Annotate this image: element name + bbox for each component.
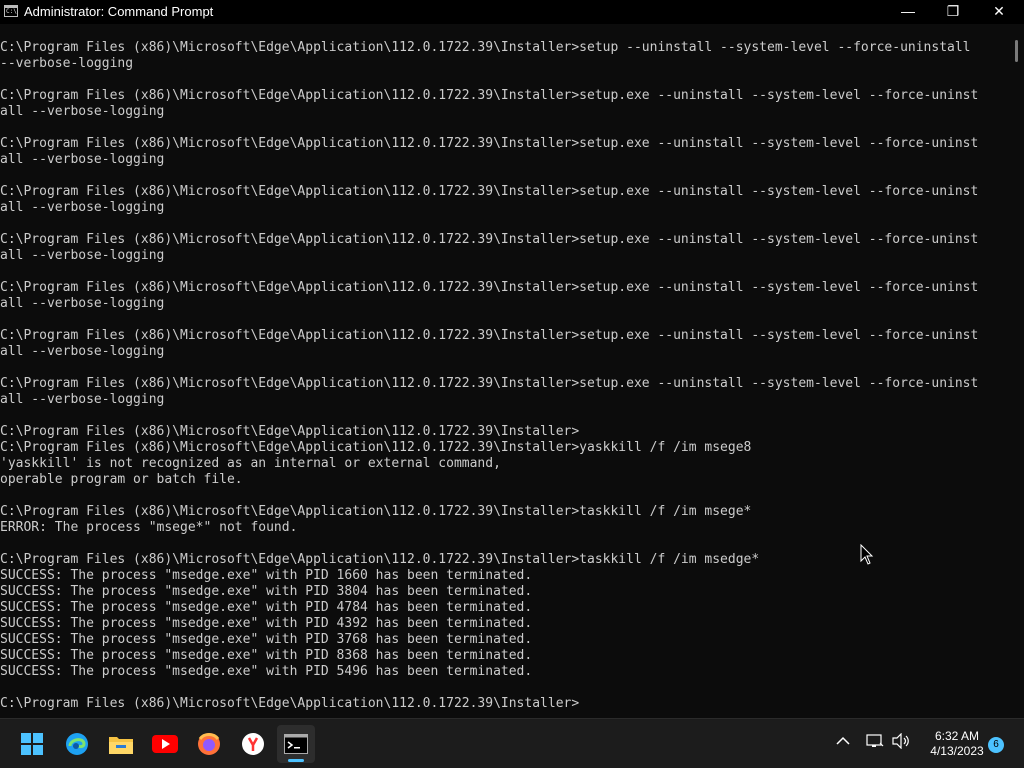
scrollbar-thumb[interactable] <box>1015 40 1018 62</box>
system-clock[interactable]: 6:32 AM 4/13/2023 <box>918 729 996 759</box>
show-hidden-icons-button[interactable] <box>836 733 850 749</box>
terminal-line: SUCCESS: The process "msedge.exe" with P… <box>0 664 533 679</box>
taskbar-firefox[interactable] <box>190 725 228 763</box>
taskbar-yandex-browser[interactable] <box>234 725 272 763</box>
minimize-button[interactable]: — <box>885 0 931 24</box>
terminal-line: C:\Program Files (x86)\Microsoft\Edge\Ap… <box>0 376 979 391</box>
terminal-line: SUCCESS: The process "msedge.exe" with P… <box>0 568 533 583</box>
terminal-output[interactable]: C:\Program Files (x86)\Microsoft\Edge\Ap… <box>0 40 1012 714</box>
volume-icon <box>892 732 909 750</box>
terminal-line: SUCCESS: The process "msedge.exe" with P… <box>0 584 533 599</box>
restore-button[interactable]: ❐ <box>930 0 976 24</box>
terminal-line: C:\Program Files (x86)\Microsoft\Edge\Ap… <box>0 696 580 711</box>
volume-control[interactable] <box>892 732 910 752</box>
terminal-line: C:\Program Files (x86)\Microsoft\Edge\Ap… <box>0 184 979 199</box>
mouse-cursor-icon <box>860 544 874 565</box>
terminal-line: C:\Program Files (x86)\Microsoft\Edge\Ap… <box>0 232 979 247</box>
terminal-line: all --verbose-logging <box>0 248 165 263</box>
terminal-line: SUCCESS: The process "msedge.exe" with P… <box>0 600 533 615</box>
taskbar-edge[interactable] <box>58 725 96 763</box>
terminal-line: C:\Program Files (x86)\Microsoft\Edge\Ap… <box>0 328 979 343</box>
terminal-line: ERROR: The process "msege*" not found. <box>0 520 298 535</box>
terminal-line: C:\Program Files (x86)\Microsoft\Edge\Ap… <box>0 504 752 519</box>
terminal-line: all --verbose-logging <box>0 104 165 119</box>
edge-icon <box>66 733 88 755</box>
terminal-line: all --verbose-logging <box>0 296 165 311</box>
terminal-line: --verbose-logging <box>0 56 134 71</box>
clock-date: 4/13/2023 <box>930 744 984 758</box>
vertical-scrollbar[interactable] <box>1012 24 1024 714</box>
start-button[interactable] <box>13 725 51 763</box>
terminal-line: all --verbose-logging <box>0 392 165 407</box>
terminal-line: C:\Program Files (x86)\Microsoft\Edge\Ap… <box>0 440 752 455</box>
command-prompt-icon <box>284 734 308 754</box>
taskbar-youtube[interactable] <box>146 725 184 763</box>
terminal-line: all --verbose-logging <box>0 152 165 167</box>
close-button[interactable]: ✕ <box>976 0 1022 24</box>
file-explorer-icon <box>109 737 133 754</box>
command-prompt-icon: C:\ <box>4 5 18 17</box>
terminal-line: C:\Program Files (x86)\Microsoft\Edge\Ap… <box>0 40 971 55</box>
network-status[interactable] <box>866 733 884 752</box>
terminal-line: SUCCESS: The process "msedge.exe" with P… <box>0 632 533 647</box>
taskbar: 6:32 AM 4/13/2023 6 <box>0 718 1024 768</box>
terminal-line: operable program or batch file. <box>0 472 243 487</box>
title-bar[interactable]: C:\ Administrator: Command Prompt — ❐ ✕ <box>0 0 1024 24</box>
notification-badge[interactable]: 6 <box>988 737 1004 753</box>
clock-time: 6:32 AM <box>934 729 980 743</box>
terminal-line: C:\Program Files (x86)\Microsoft\Edge\Ap… <box>0 136 979 151</box>
window-title: Administrator: Command Prompt <box>24 4 214 19</box>
youtube-icon <box>152 735 178 753</box>
network-icon <box>866 734 884 747</box>
taskbar-file-explorer[interactable] <box>102 725 140 763</box>
terminal-line: all --verbose-logging <box>0 200 165 215</box>
yandex-browser-icon <box>242 733 264 755</box>
terminal-line: C:\Program Files (x86)\Microsoft\Edge\Ap… <box>0 280 979 295</box>
chevron-up-icon <box>836 736 850 745</box>
terminal-line: C:\Program Files (x86)\Microsoft\Edge\Ap… <box>0 88 979 103</box>
taskbar-command-prompt[interactable] <box>277 725 315 763</box>
terminal-line: C:\Program Files (x86)\Microsoft\Edge\Ap… <box>0 424 580 439</box>
terminal-line: 'yaskkill' is not recognized as an inter… <box>0 456 501 471</box>
windows-start-icon <box>21 733 43 755</box>
firefox-icon <box>198 733 220 755</box>
terminal-line: all --verbose-logging <box>0 344 165 359</box>
terminal-line: SUCCESS: The process "msedge.exe" with P… <box>0 616 533 631</box>
terminal-line: SUCCESS: The process "msedge.exe" with P… <box>0 648 533 663</box>
